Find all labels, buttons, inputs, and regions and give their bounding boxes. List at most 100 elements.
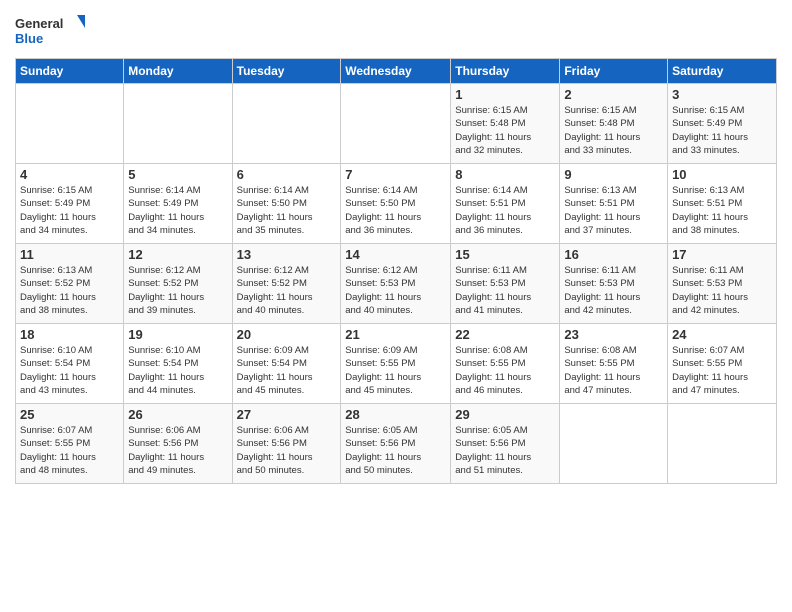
calendar-cell: 5 Sunrise: 6:14 AMSunset: 5:49 PMDaylight… <box>124 164 232 244</box>
day-number: 26 <box>128 407 227 422</box>
day-number: 7 <box>345 167 446 182</box>
day-number: 1 <box>455 87 555 102</box>
weekday-header-friday: Friday <box>560 59 668 84</box>
day-info: Sunrise: 6:15 AMSunset: 5:48 PMDaylight:… <box>564 104 663 157</box>
calendar-cell: 22Sunrise: 6:08 AMSunset: 5:55 PMDayligh… <box>451 324 560 404</box>
day-info: Sunrise: 6:07 AMSunset: 5:55 PMDaylight:… <box>20 424 119 477</box>
day-number: 13 <box>237 247 337 262</box>
day-number: 18 <box>20 327 119 342</box>
calendar-cell: 2 Sunrise: 6:15 AMSunset: 5:48 PMDaylight… <box>560 84 668 164</box>
day-number: 8 <box>455 167 555 182</box>
weekday-header-thursday: Thursday <box>451 59 560 84</box>
day-number: 2 <box>564 87 663 102</box>
day-info: Sunrise: 6:12 AMSunset: 5:53 PMDaylight:… <box>345 264 446 317</box>
day-info: Sunrise: 6:08 AMSunset: 5:55 PMDaylight:… <box>455 344 555 397</box>
day-info: Sunrise: 6:15 AMSunset: 5:49 PMDaylight:… <box>672 104 772 157</box>
svg-text:Blue: Blue <box>15 31 43 46</box>
day-number: 28 <box>345 407 446 422</box>
weekday-header-saturday: Saturday <box>668 59 777 84</box>
weekday-header-monday: Monday <box>124 59 232 84</box>
day-info: Sunrise: 6:12 AMSunset: 5:52 PMDaylight:… <box>237 264 337 317</box>
weekday-header-wednesday: Wednesday <box>341 59 451 84</box>
day-number: 16 <box>564 247 663 262</box>
day-info: Sunrise: 6:08 AMSunset: 5:55 PMDaylight:… <box>564 344 663 397</box>
day-info: Sunrise: 6:12 AMSunset: 5:52 PMDaylight:… <box>128 264 227 317</box>
day-info: Sunrise: 6:10 AMSunset: 5:54 PMDaylight:… <box>128 344 227 397</box>
day-info: Sunrise: 6:09 AMSunset: 5:54 PMDaylight:… <box>237 344 337 397</box>
calendar-cell: 15 Sunrise: 6:11 AMSunset: 5:53 PMDayligh… <box>451 244 560 324</box>
calendar-cell <box>560 404 668 484</box>
calendar-cell: 28 Sunrise: 6:05 AMSunset: 5:56 PMDayligh… <box>341 404 451 484</box>
calendar-cell: 6 Sunrise: 6:14 AMSunset: 5:50 PMDaylight… <box>232 164 341 244</box>
day-number: 27 <box>237 407 337 422</box>
day-info: Sunrise: 6:14 AMSunset: 5:51 PMDaylight:… <box>455 184 555 237</box>
calendar-cell: 27 Sunrise: 6:06 AMSunset: 5:56 PMDayligh… <box>232 404 341 484</box>
day-info: Sunrise: 6:06 AMSunset: 5:56 PMDaylight:… <box>237 424 337 477</box>
day-number: 4 <box>20 167 119 182</box>
day-info: Sunrise: 6:13 AMSunset: 5:51 PMDaylight:… <box>564 184 663 237</box>
calendar-table: SundayMondayTuesdayWednesdayThursdayFrid… <box>15 58 777 484</box>
calendar-cell: 4 Sunrise: 6:15 AMSunset: 5:49 PMDaylight… <box>16 164 124 244</box>
day-info: Sunrise: 6:11 AMSunset: 5:53 PMDaylight:… <box>672 264 772 317</box>
day-info: Sunrise: 6:09 AMSunset: 5:55 PMDaylight:… <box>345 344 446 397</box>
day-number: 25 <box>20 407 119 422</box>
calendar-cell: 24 Sunrise: 6:07 AMSunset: 5:55 PMDayligh… <box>668 324 777 404</box>
day-number: 12 <box>128 247 227 262</box>
calendar-cell <box>668 404 777 484</box>
logo: General Blue <box>15 10 85 50</box>
weekday-header-tuesday: Tuesday <box>232 59 341 84</box>
day-number: 19 <box>128 327 227 342</box>
day-number: 9 <box>564 167 663 182</box>
calendar-cell: 7 Sunrise: 6:14 AMSunset: 5:50 PMDaylight… <box>341 164 451 244</box>
day-number: 24 <box>672 327 772 342</box>
calendar-cell: 21 Sunrise: 6:09 AMSunset: 5:55 PMDayligh… <box>341 324 451 404</box>
day-info: Sunrise: 6:13 AMSunset: 5:51 PMDaylight:… <box>672 184 772 237</box>
weekday-header-sunday: Sunday <box>16 59 124 84</box>
day-info: Sunrise: 6:14 AMSunset: 5:49 PMDaylight:… <box>128 184 227 237</box>
calendar-cell: 3 Sunrise: 6:15 AMSunset: 5:49 PMDaylight… <box>668 84 777 164</box>
day-number: 29 <box>455 407 555 422</box>
day-info: Sunrise: 6:14 AMSunset: 5:50 PMDaylight:… <box>345 184 446 237</box>
day-number: 15 <box>455 247 555 262</box>
week-row-4: 18 Sunrise: 6:10 AMSunset: 5:54 PMDayligh… <box>16 324 777 404</box>
calendar-cell: 25 Sunrise: 6:07 AMSunset: 5:55 PMDayligh… <box>16 404 124 484</box>
calendar-cell: 14Sunrise: 6:12 AMSunset: 5:53 PMDayligh… <box>341 244 451 324</box>
day-info: Sunrise: 6:07 AMSunset: 5:55 PMDaylight:… <box>672 344 772 397</box>
calendar-cell <box>124 84 232 164</box>
weekday-header-row: SundayMondayTuesdayWednesdayThursdayFrid… <box>16 59 777 84</box>
calendar-cell: 18Sunrise: 6:10 AMSunset: 5:54 PMDayligh… <box>16 324 124 404</box>
week-row-5: 25 Sunrise: 6:07 AMSunset: 5:55 PMDayligh… <box>16 404 777 484</box>
week-row-3: 11 Sunrise: 6:13 AMSunset: 5:52 PMDayligh… <box>16 244 777 324</box>
day-info: Sunrise: 6:15 AMSunset: 5:48 PMDaylight:… <box>455 104 555 157</box>
day-number: 23 <box>564 327 663 342</box>
main-container: General Blue SundayMondayTuesdayWednesda… <box>0 0 792 489</box>
calendar-cell: 8 Sunrise: 6:14 AMSunset: 5:51 PMDaylight… <box>451 164 560 244</box>
day-info: Sunrise: 6:13 AMSunset: 5:52 PMDaylight:… <box>20 264 119 317</box>
calendar-cell <box>232 84 341 164</box>
day-number: 5 <box>128 167 227 182</box>
day-number: 3 <box>672 87 772 102</box>
day-info: Sunrise: 6:05 AMSunset: 5:56 PMDaylight:… <box>345 424 446 477</box>
day-number: 6 <box>237 167 337 182</box>
week-row-1: 1 Sunrise: 6:15 AMSunset: 5:48 PMDaylight… <box>16 84 777 164</box>
calendar-cell: 13 Sunrise: 6:12 AMSunset: 5:52 PMDayligh… <box>232 244 341 324</box>
calendar-cell: 16 Sunrise: 6:11 AMSunset: 5:53 PMDayligh… <box>560 244 668 324</box>
svg-text:General: General <box>15 16 63 31</box>
calendar-cell: 23 Sunrise: 6:08 AMSunset: 5:55 PMDayligh… <box>560 324 668 404</box>
day-info: Sunrise: 6:11 AMSunset: 5:53 PMDaylight:… <box>455 264 555 317</box>
day-info: Sunrise: 6:11 AMSunset: 5:53 PMDaylight:… <box>564 264 663 317</box>
calendar-cell <box>16 84 124 164</box>
day-info: Sunrise: 6:15 AMSunset: 5:49 PMDaylight:… <box>20 184 119 237</box>
day-info: Sunrise: 6:14 AMSunset: 5:50 PMDaylight:… <box>237 184 337 237</box>
day-number: 11 <box>20 247 119 262</box>
day-info: Sunrise: 6:06 AMSunset: 5:56 PMDaylight:… <box>128 424 227 477</box>
calendar-cell: 12 Sunrise: 6:12 AMSunset: 5:52 PMDayligh… <box>124 244 232 324</box>
calendar-cell: 9 Sunrise: 6:13 AMSunset: 5:51 PMDaylight… <box>560 164 668 244</box>
day-number: 10 <box>672 167 772 182</box>
calendar-cell: 1 Sunrise: 6:15 AMSunset: 5:48 PMDaylight… <box>451 84 560 164</box>
day-number: 21 <box>345 327 446 342</box>
calendar-cell <box>341 84 451 164</box>
calendar-cell: 10 Sunrise: 6:13 AMSunset: 5:51 PMDayligh… <box>668 164 777 244</box>
day-number: 17 <box>672 247 772 262</box>
header: General Blue <box>15 10 777 50</box>
